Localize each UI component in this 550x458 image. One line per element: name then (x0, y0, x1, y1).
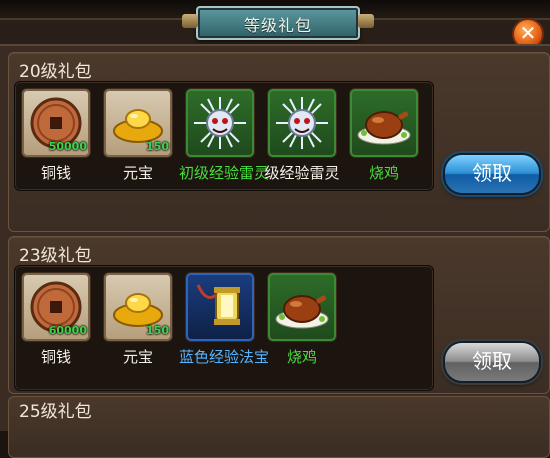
item-name: 铜钱 (40, 348, 71, 366)
item-name: 元宝 (122, 348, 153, 366)
close-icon: ✕ (519, 21, 537, 45)
gift-list[interactable]: 20级礼包 50000 铜钱 150 元宝 初级经验雷灵 级经验雷灵 烧鸡 领取… (0, 44, 550, 458)
items-panel: 50000 铜钱 150 元宝 初级经验雷灵 级经验雷灵 烧鸡 (14, 81, 434, 191)
thunder-spirit-icon (276, 97, 328, 149)
gift-window: 等级礼包 ✕ 20级礼包 50000 铜钱 150 元宝 初级经验雷灵 级经验雷… (0, 0, 550, 458)
section-title: 20级礼包 (19, 62, 92, 82)
section-title: 25级礼包 (19, 402, 92, 422)
item-name: 烧鸡 (286, 348, 317, 366)
item-name: 元宝 (122, 164, 153, 182)
thunder-spirit-icon (194, 97, 246, 149)
item-slot (267, 272, 337, 342)
item-name: 级经验雷灵 (264, 164, 340, 182)
item-name: 初级经验雷灵 (179, 164, 270, 182)
item-count: 50000 (48, 140, 87, 153)
item-slot (185, 272, 255, 342)
item-name: 蓝色经验法宝 (179, 348, 270, 366)
item-slot (185, 88, 255, 158)
gift-section-25: 25级礼包 (8, 396, 550, 458)
lantern-treasure-icon (196, 284, 240, 325)
item-name: 铜钱 (40, 164, 71, 182)
roast-chicken-icon (275, 295, 329, 329)
section-title: 23级礼包 (19, 246, 92, 266)
item-count: 60000 (48, 324, 87, 337)
claim-button[interactable]: 领取 (443, 341, 541, 383)
item-slot (349, 88, 419, 158)
item-slot (267, 88, 337, 158)
gift-section-23: 23级礼包 60000 铜钱 150 元宝 蓝色经验法宝 烧鸡 领取 (8, 236, 550, 394)
window-title: 等级礼包 (243, 16, 312, 35)
items-panel: 60000 铜钱 150 元宝 蓝色经验法宝 烧鸡 (14, 265, 434, 391)
item-name: 烧鸡 (368, 164, 399, 182)
item-count: 150 (146, 140, 169, 153)
title-plate: 等级礼包 (182, 6, 374, 40)
gift-section-20: 20级礼包 50000 铜钱 150 元宝 初级经验雷灵 级经验雷灵 烧鸡 领取 (8, 52, 550, 232)
roast-chicken-icon (357, 111, 411, 145)
item-count: 150 (146, 324, 169, 337)
claim-button[interactable]: 领取 (443, 153, 541, 195)
